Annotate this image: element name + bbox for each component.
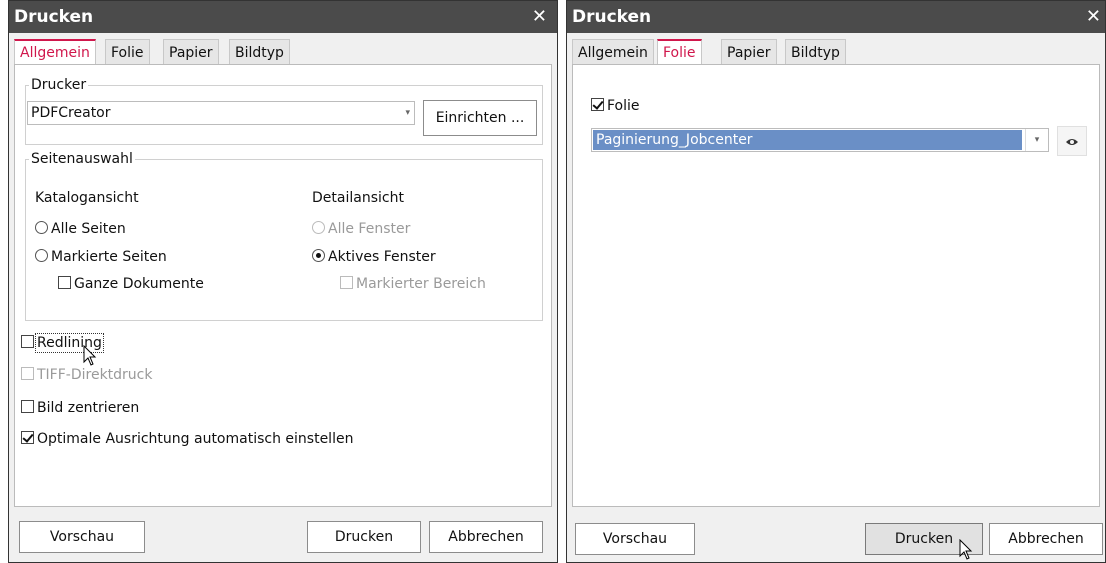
marked-area-label: Markierter Bereich <box>356 276 486 292</box>
dropdown-arrow-icon: ▾ <box>405 108 410 118</box>
foil-label: Folie <box>607 98 640 114</box>
print-dialog-general: Drucken ✕ Allgemein Folie Papier Bildtyp… <box>8 0 558 563</box>
center-image-label: Bild zentrieren <box>37 400 140 416</box>
detail-view-heading: Detailansicht <box>312 190 404 206</box>
tab-panel-foil: Folie Paginierung_Jobcenter ▾ <box>572 64 1100 507</box>
printer-group-legend: Drucker <box>31 77 87 93</box>
page-selection-legend: Seitenauswahl <box>31 151 133 167</box>
checkbox-box <box>21 335 34 348</box>
cancel-button[interactable]: Abbrechen <box>989 523 1103 555</box>
all-windows-radio[interactable]: Alle Fenster <box>312 220 410 238</box>
print-button[interactable]: Drucken <box>865 523 983 555</box>
dialog-titlebar: Drucken ✕ <box>9 1 557 33</box>
optimal-orientation-checkbox[interactable]: Optimale Ausrichtung automatisch einstel… <box>21 430 353 448</box>
tab-allgemein[interactable]: Allgemein <box>14 39 96 66</box>
tab-folie[interactable]: Folie <box>657 39 702 66</box>
checkbox-box <box>591 98 604 111</box>
tab-bildtyp[interactable]: Bildtyp <box>229 39 290 65</box>
center-image-checkbox[interactable]: Bild zentrieren <box>21 399 139 417</box>
printer-select[interactable]: PDFCreator ▾ <box>27 101 415 125</box>
printer-select-value: PDFCreator <box>31 105 111 121</box>
tab-allgemein[interactable]: Allgemein <box>572 39 654 65</box>
redlining-checkbox[interactable]: Redlining <box>21 333 104 353</box>
marked-area-checkbox[interactable]: Markierter Bereich <box>340 275 486 293</box>
marked-pages-label: Markierte Seiten <box>51 249 167 265</box>
cancel-button[interactable]: Abbrechen <box>429 521 543 553</box>
preview-button[interactable]: Vorschau <box>19 521 145 553</box>
dialog-title: Drucken <box>14 7 94 27</box>
active-window-radio[interactable]: Aktives Fenster <box>312 248 436 266</box>
checkbox-box <box>340 276 353 289</box>
radio-circle <box>312 249 325 262</box>
foil-select[interactable]: Paginierung_Jobcenter ▾ <box>591 128 1049 152</box>
foil-select-value: Paginierung_Jobcenter <box>592 129 1023 151</box>
checkbox-box <box>21 431 34 444</box>
tiff-direct-label: TIFF-Direktdruck <box>37 367 153 383</box>
tab-bildtyp[interactable]: Bildtyp <box>785 39 846 65</box>
preview-button[interactable]: Vorschau <box>575 523 695 555</box>
radio-circle <box>35 249 48 262</box>
tab-folie[interactable]: Folie <box>105 39 150 65</box>
active-window-label: Aktives Fenster <box>328 249 436 265</box>
checkbox-box <box>58 276 71 289</box>
foil-checkbox[interactable]: Folie <box>591 97 640 115</box>
print-button[interactable]: Drucken <box>307 521 421 553</box>
eye-icon-glyph <box>1066 139 1078 145</box>
close-icon[interactable]: ✕ <box>532 1 547 33</box>
redlining-label: Redlining <box>35 333 104 353</box>
close-icon[interactable]: ✕ <box>1086 1 1101 33</box>
all-pages-label: Alle Seiten <box>51 221 126 237</box>
dropdown-arrow-icon: ▾ <box>1025 129 1048 151</box>
eye-icon[interactable] <box>1057 126 1087 156</box>
catalog-view-heading: Katalogansicht <box>35 190 139 206</box>
whole-documents-label: Ganze Dokumente <box>74 276 204 292</box>
all-pages-radio[interactable]: Alle Seiten <box>35 220 126 238</box>
radio-circle <box>312 221 325 234</box>
marked-pages-radio[interactable]: Markierte Seiten <box>35 248 167 266</box>
printer-setup-button[interactable]: Einrichten ... <box>423 100 537 136</box>
optimal-orientation-label: Optimale Ausrichtung automatisch einstel… <box>37 431 354 447</box>
checkbox-box <box>21 367 34 380</box>
print-dialog-foil: Drucken ✕ Allgemein Folie Papier Bildtyp… <box>566 0 1106 563</box>
dialog-title: Drucken <box>572 7 652 27</box>
whole-documents-checkbox[interactable]: Ganze Dokumente <box>58 275 204 293</box>
tab-papier[interactable]: Papier <box>721 39 777 65</box>
dialog-titlebar: Drucken ✕ <box>567 1 1105 33</box>
tiff-direct-checkbox[interactable]: TIFF-Direktdruck <box>21 366 153 384</box>
tab-bar: Allgemein Folie Papier Bildtyp <box>572 39 1100 66</box>
radio-circle <box>35 221 48 234</box>
checkbox-box <box>21 400 34 413</box>
tab-papier[interactable]: Papier <box>163 39 219 65</box>
tab-panel-general: Drucker PDFCreator ▾ Einrichten ... Seit… <box>14 64 552 507</box>
all-windows-label: Alle Fenster <box>328 221 411 237</box>
tab-bar: Allgemein Folie Papier Bildtyp <box>14 39 552 66</box>
